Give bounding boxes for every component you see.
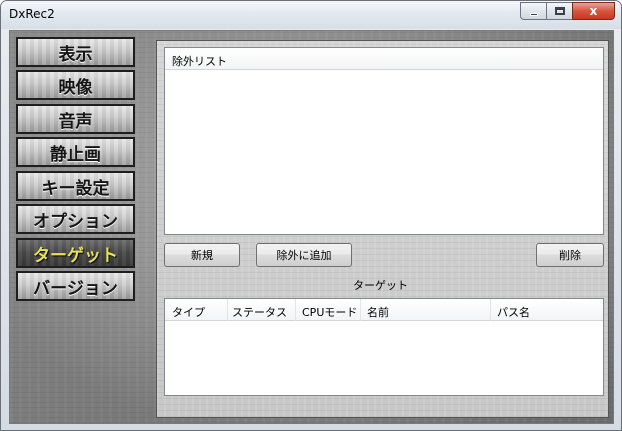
target-table-header: タイプ ステータス CPUモード 名前 パス名 [165, 299, 603, 321]
sidebar-item-label: バージョン [33, 278, 118, 299]
target-section-title: ターゲット [353, 279, 408, 292]
exclusion-list-title: 除外リスト [172, 55, 227, 68]
close-button[interactable]: x [572, 2, 615, 20]
sidebar-item-key-settings[interactable]: キー設定 [16, 171, 135, 201]
sidebar-item-audio[interactable]: 音声 [16, 104, 135, 134]
sidebar-item-label: 表示 [58, 44, 93, 65]
exclusion-list[interactable]: 除外リスト [164, 47, 604, 235]
sidebar-item-display[interactable]: 表示 [16, 37, 135, 67]
sidebar-item-still-image[interactable]: 静止画 [16, 137, 135, 167]
sidebar-item-label: 静止画 [50, 144, 101, 165]
window-title: DxRec2 [9, 7, 55, 21]
new-button[interactable]: 新規 [164, 243, 240, 267]
column-header-status[interactable]: ステータス [232, 304, 287, 320]
column-divider[interactable] [295, 299, 296, 321]
maximize-button[interactable] [546, 2, 572, 20]
sidebar-item-label: オプション [33, 211, 118, 232]
delete-button[interactable]: 削除 [536, 243, 604, 267]
column-header-path[interactable]: パス名 [497, 304, 530, 320]
minimize-icon [529, 12, 538, 16]
maximize-icon [554, 7, 565, 15]
sidebar-item-label: ターゲット [33, 245, 118, 266]
sidebar-item-label: 映像 [58, 77, 93, 98]
caption-buttons: x [520, 2, 615, 20]
client-area: 表示 映像 音声 静止画 キー設定 オプション ターゲット バージョン 除外リス… [9, 30, 614, 424]
close-icon: x [589, 4, 598, 18]
column-header-cpu-mode[interactable]: CPUモード [302, 304, 357, 320]
title-bar[interactable]: DxRec2 x [1, 1, 621, 29]
column-header-name[interactable]: 名前 [367, 304, 389, 320]
target-table[interactable]: タイプ ステータス CPUモード 名前 パス名 [164, 298, 604, 396]
minimize-button[interactable] [520, 2, 546, 20]
column-divider[interactable] [227, 299, 228, 321]
app-window: DxRec2 x 表示 映像 音声 静止画 キー設定 オプション ターゲット バ… [0, 0, 622, 431]
target-panel: 除外リスト 新規 除外に追加 削除 ターゲット タイプ ステータス CPUモード… [156, 40, 609, 418]
add-to-exclusion-button[interactable]: 除外に追加 [256, 243, 352, 267]
column-divider[interactable] [360, 299, 361, 321]
sidebar-item-options[interactable]: オプション [16, 204, 135, 234]
sidebar-item-target[interactable]: ターゲット [16, 238, 135, 268]
column-divider[interactable] [490, 299, 491, 321]
sidebar-item-label: キー設定 [41, 178, 110, 199]
sidebar-item-video[interactable]: 映像 [16, 70, 135, 100]
sidebar-item-version[interactable]: バージョン [16, 271, 135, 301]
sidebar-item-label: 音声 [58, 111, 93, 132]
exclusion-list-header: 除外リスト [165, 48, 603, 70]
column-header-type[interactable]: タイプ [172, 304, 205, 320]
